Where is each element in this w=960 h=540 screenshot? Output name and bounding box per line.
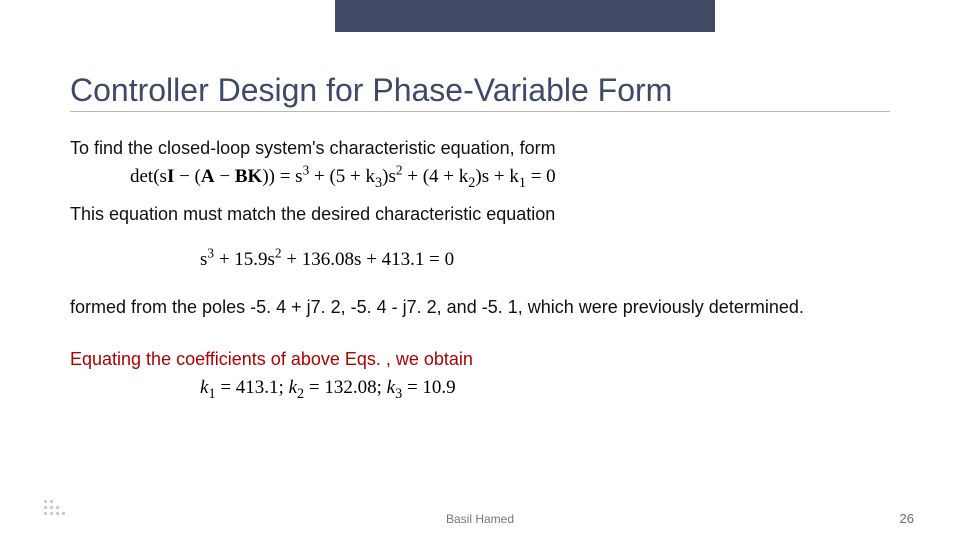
eq2-c: + 136.08s + 413.1 = 0 — [282, 249, 455, 270]
eq1-k2b: )s + k — [475, 166, 518, 187]
det-label: det(s — [130, 166, 167, 187]
equation-1: det(sI − (A − BK)) = s3 + (5 + k3)s2 + (… — [130, 166, 890, 188]
eq1-close: )) = s — [262, 166, 302, 187]
slide-title: Controller Design for Phase-Variable For… — [70, 72, 890, 112]
eq1-sub1: 1 — [519, 175, 526, 191]
intro-line-2: This equation must match the desired cha… — [70, 202, 890, 226]
mat-K: K — [248, 166, 263, 187]
mat-B: B — [235, 166, 248, 187]
footer-page-number: 26 — [900, 511, 914, 526]
eq3-k3l: k — [387, 377, 395, 398]
eq3-k1v: = 413.1; — [216, 377, 289, 398]
eq2-sup2: 2 — [275, 245, 282, 260]
eq3-s1: 1 — [208, 386, 215, 402]
equation-3: k1 = 413.1; k2 = 132.08; k3 = 10.9 — [200, 377, 890, 399]
eq2-b: + 15.9s — [214, 249, 275, 270]
eq3-k2l: k — [289, 377, 297, 398]
eq1-k2: + (4 + k — [403, 166, 469, 187]
intro-line-1: To find the closed-loop system's charact… — [70, 136, 890, 160]
eq1-minus: − ( — [174, 166, 201, 187]
eq1-end: = 0 — [526, 166, 556, 187]
equating-line: Equating the coefficients of above Eqs. … — [70, 347, 890, 371]
eq1-k3b: )s — [382, 166, 396, 187]
eq3-k2v: = 132.08; — [304, 377, 387, 398]
eq1-m2: − — [215, 166, 235, 187]
eq1-k3: + (5 + k — [309, 166, 375, 187]
mat-A: A — [201, 166, 215, 187]
equation-2: s3 + 15.9s2 + 136.08s + 413.1 = 0 — [200, 249, 890, 271]
eq1-sup2: 2 — [396, 163, 403, 178]
footer-author: Basil Hamed — [0, 512, 960, 526]
poles-line: formed from the poles -5. 4 + j7. 2, -5.… — [70, 295, 890, 319]
slide-body: Controller Design for Phase-Variable For… — [0, 0, 960, 399]
eq3-k3v: = 10.9 — [402, 377, 455, 398]
top-accent-bar — [335, 0, 715, 32]
